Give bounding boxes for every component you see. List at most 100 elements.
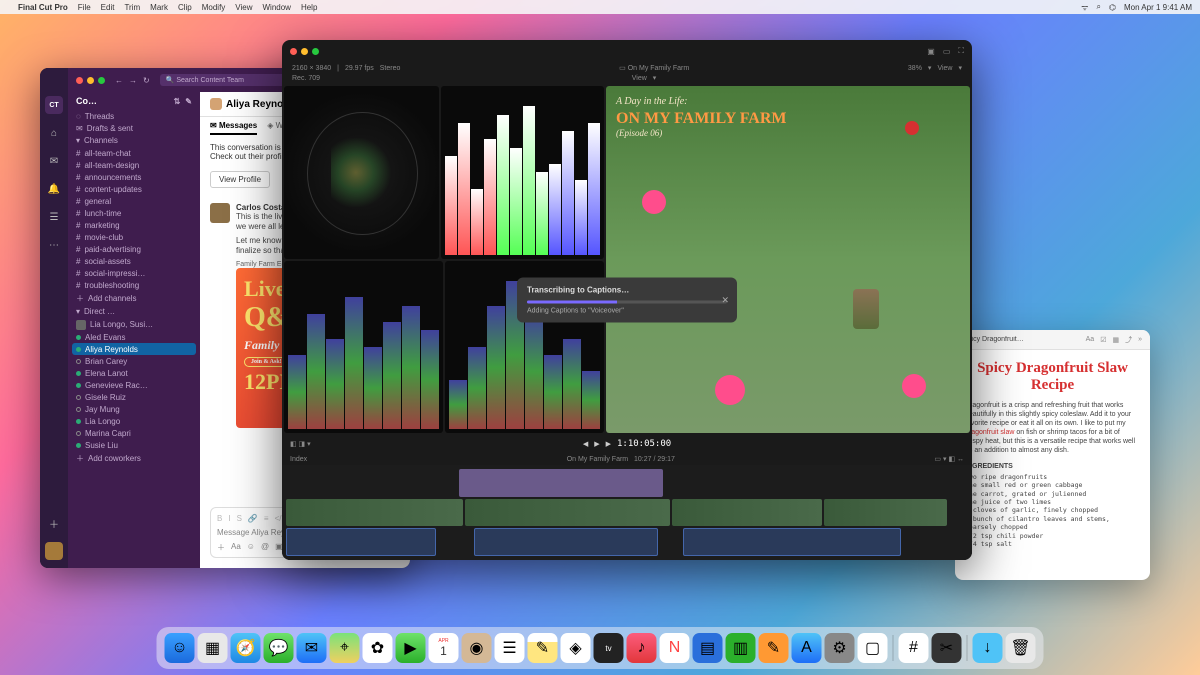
slack-rail-more-icon[interactable]: ⋯	[45, 236, 63, 254]
timeline-tools[interactable]: ▭ ▾ ◧ ↔	[934, 455, 964, 463]
scopes-view-dropdown[interactable]: View	[632, 75, 647, 82]
prev-frame-button[interactable]: ◀	[583, 440, 588, 448]
slack-rail-later-icon[interactable]: ☰	[45, 208, 63, 226]
fcp-toolbar-layout-icon[interactable]: ▭	[943, 47, 951, 56]
sidebar-dm[interactable]: Genevieve Rac…	[68, 379, 200, 391]
avatar[interactable]	[210, 203, 230, 223]
sidebar-dm-active[interactable]: Aliya Reynolds	[72, 343, 196, 355]
close-window-button[interactable]	[76, 77, 83, 84]
dock-pages-icon[interactable]: ✎	[759, 633, 789, 663]
spotlight-icon[interactable]: ⌕	[1096, 2, 1100, 12]
menubar-clock[interactable]: Mon Apr 1 9:41 AM	[1124, 3, 1192, 12]
wifi-icon[interactable]: ᯤ	[1081, 2, 1088, 13]
menu-help[interactable]: Help	[301, 3, 317, 12]
minimize-window-button[interactable]	[87, 77, 94, 84]
dock-facetime-icon[interactable]: ▶	[396, 633, 426, 663]
dock-finder-icon[interactable]: ☺	[165, 633, 195, 663]
timecode-display[interactable]: 1:10:05:00	[617, 439, 671, 449]
app-name-menu[interactable]: Final Cut Pro	[18, 3, 68, 12]
dock-freeform-icon[interactable]: ◈	[561, 633, 591, 663]
notes-more-icon[interactable]: »	[1138, 336, 1142, 343]
dock-maps-icon[interactable]: ⌖	[330, 633, 360, 663]
dock-keynote-icon[interactable]: ▤	[693, 633, 723, 663]
menu-mark[interactable]: Mark	[150, 3, 168, 12]
sidebar-channel[interactable]: # announcements	[68, 171, 200, 183]
maximize-window-button[interactable]	[98, 77, 105, 84]
notes-content[interactable]: Spicy Dragonfruit Slaw Recipe Dragonfrui…	[955, 350, 1150, 559]
timeline[interactable]: Title (Basic Title) Main Shot Farm Foota…	[282, 465, 972, 560]
menu-file[interactable]: File	[78, 3, 91, 12]
dock-messages-icon[interactable]: 💬	[264, 633, 294, 663]
dock-mail-icon[interactable]: ✉	[297, 633, 327, 663]
slack-nav-threads[interactable]: ◌Threads	[68, 110, 200, 122]
dock-settings-icon[interactable]: ⚙	[825, 633, 855, 663]
dock-photos-icon[interactable]: ✿	[363, 633, 393, 663]
dialog-cancel-button[interactable]: ✕	[721, 295, 729, 306]
viewer-view-dropdown[interactable]: View	[937, 65, 952, 72]
sidebar-dm[interactable]: Marina Capri	[68, 427, 200, 439]
slack-forward-icon[interactable]: →	[129, 76, 137, 85]
menu-edit[interactable]: Edit	[101, 3, 115, 12]
viewer-zoom-dropdown[interactable]: 38%	[908, 65, 922, 72]
dock-downloads-icon[interactable]: ↓	[973, 633, 1003, 663]
slack-compose-icon[interactable]: ✎	[185, 97, 192, 106]
sidebar-channel[interactable]: # social-impressi…	[68, 267, 200, 279]
emoji-icon[interactable]: ☺	[247, 542, 255, 553]
sidebar-dm[interactable]: Gisele Ruiz	[68, 391, 200, 403]
notes-share-icon[interactable]: ⤴	[1125, 335, 1132, 345]
mention-icon[interactable]: @	[261, 542, 269, 553]
vectorscope[interactable]	[284, 86, 439, 259]
slack-add-channels[interactable]: ＋ Add channels	[68, 291, 200, 305]
strike-icon[interactable]: S	[237, 514, 242, 523]
bold-icon[interactable]: B	[217, 514, 222, 523]
project-dropdown[interactable]: ▭ On My Family Farm	[619, 64, 689, 72]
minimize-window-button[interactable]	[301, 48, 308, 55]
dock-tv-icon[interactable]: tv	[594, 633, 624, 663]
dock-trash-icon[interactable]: 🗑	[1006, 633, 1036, 663]
slack-dms-header[interactable]: ▾ Direct …	[68, 305, 200, 318]
list-icon[interactable]: ≡	[264, 514, 269, 523]
attach-icon[interactable]: ＋	[217, 542, 225, 553]
sidebar-dm[interactable]: Lia Longo, Susi…	[68, 318, 200, 331]
control-center-icon[interactable]: ⌬	[1109, 3, 1116, 12]
sidebar-dm[interactable]: Lia Longo	[68, 415, 200, 427]
slack-back-icon[interactable]: ←	[115, 76, 123, 85]
notes-format-icon[interactable]: Aa	[1086, 336, 1095, 343]
slack-workspace-switcher[interactable]: CT	[45, 96, 63, 114]
rgb-parade-scope[interactable]	[441, 86, 604, 259]
sidebar-channel[interactable]: # all-team-chat	[68, 147, 200, 159]
sidebar-channel[interactable]: # marketing	[68, 219, 200, 231]
close-window-button[interactable]	[290, 48, 297, 55]
sidebar-channel[interactable]: # paid-advertising	[68, 243, 200, 255]
sidebar-channel[interactable]: # movie-club	[68, 231, 200, 243]
slack-rail-create-icon[interactable]: ＋	[45, 514, 63, 532]
maximize-window-button[interactable]	[312, 48, 319, 55]
fcp-toolbar-share-icon[interactable]: ▣	[927, 47, 935, 56]
notes-checklist-icon[interactable]: ☑	[1100, 336, 1106, 344]
slack-history-icon[interactable]: ↻	[143, 76, 150, 85]
slack-rail-home-icon[interactable]: ⌂	[45, 124, 63, 142]
next-frame-button[interactable]: ▶	[606, 440, 611, 448]
sidebar-dm[interactable]: Aled Evans	[68, 331, 200, 343]
slack-add-coworkers[interactable]: ＋ Add coworkers	[68, 451, 200, 465]
sidebar-channel[interactable]: # social-assets	[68, 255, 200, 267]
sidebar-channel[interactable]: # lunch-time	[68, 207, 200, 219]
dock-contacts-icon[interactable]: ◉	[462, 633, 492, 663]
dock-slack-icon[interactable]: #	[899, 633, 929, 663]
menu-trim[interactable]: Trim	[124, 3, 140, 12]
menu-view[interactable]: View	[235, 3, 252, 12]
luma-waveform-scope[interactable]	[284, 261, 443, 434]
play-button[interactable]: ▶	[594, 440, 599, 448]
viewer-canvas[interactable]: A Day in the Life: ON MY FAMILY FARM (Ep…	[606, 86, 970, 433]
dock-notes-icon[interactable]: ✎	[528, 633, 558, 663]
format-icon[interactable]: Aa	[231, 542, 241, 553]
fcp-toolbar-expand-icon[interactable]: ⛶	[958, 46, 964, 56]
dock-news-icon[interactable]: N	[660, 633, 690, 663]
slack-rail-avatar[interactable]	[45, 542, 63, 560]
menu-window[interactable]: Window	[263, 3, 291, 12]
slack-filter-icon[interactable]: ⇅	[174, 97, 181, 106]
slack-channels-header[interactable]: ▾ Channels	[68, 134, 200, 147]
dock-appstore-icon[interactable]: A	[792, 633, 822, 663]
menu-modify[interactable]: Modify	[202, 3, 226, 12]
slack-rail-activity-icon[interactable]: 🔔	[45, 180, 63, 198]
